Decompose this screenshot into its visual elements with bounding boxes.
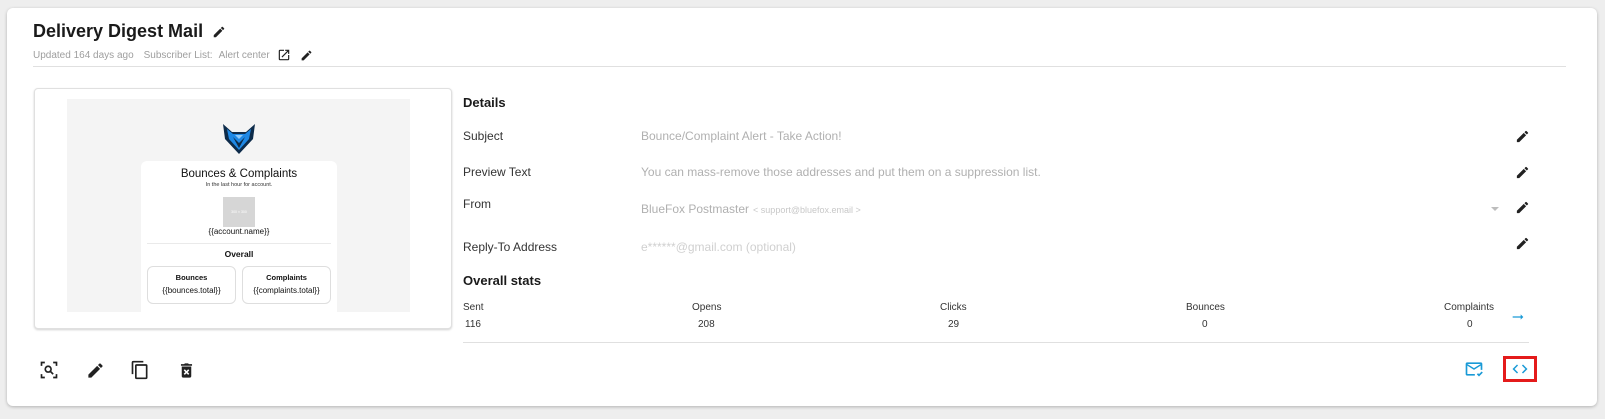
edit-from-pencil-icon[interactable]: [1514, 199, 1530, 215]
delete-icon[interactable]: [176, 360, 196, 380]
copy-icon[interactable]: [130, 360, 150, 380]
email-preview[interactable]: Bounces & Complaints In the last hour fo…: [34, 88, 452, 329]
preview-bounces-value: {{bounces.total}}: [162, 286, 221, 295]
stat-bounces-value: 0: [1202, 319, 1208, 330]
email-preview-canvas: Bounces & Complaints In the last hour fo…: [67, 99, 410, 312]
from-email: < support@bluefox.email >: [753, 205, 861, 215]
edit-subscriber-pencil-icon[interactable]: [300, 49, 313, 62]
page-title: Delivery Digest Mail: [33, 21, 204, 41]
stats-divider: [463, 342, 1529, 343]
stats-details-arrow-right-icon[interactable]: [1510, 309, 1526, 325]
stat-opens-value: 208: [698, 319, 715, 330]
edit-reply-to-pencil-icon[interactable]: [1514, 235, 1530, 251]
header-divider: [33, 66, 1566, 67]
zoom-preview-icon[interactable]: [39, 360, 59, 380]
preview-overall-heading: Overall: [224, 249, 254, 259]
subject-label: Subject: [463, 129, 504, 143]
reply-to-label: Reply-To Address: [463, 240, 558, 254]
from-label: From: [463, 197, 491, 211]
edit-subject-pencil-icon[interactable]: [1514, 128, 1530, 144]
preview-account-name: {{account.name}}: [208, 227, 270, 236]
stat-complaints-label: Complaints: [1444, 302, 1495, 313]
reply-to-field[interactable]: e******@gmail.com (optional): [641, 240, 796, 254]
edit-template-pencil-icon[interactable]: [85, 360, 105, 380]
code-brackets-icon: [1512, 364, 1528, 374]
meta-row: Updated 164 days ago Subscriber List: Al…: [33, 48, 313, 62]
title-row: Delivery Digest Mail: [33, 21, 226, 42]
preview-complaints-box: Complaints {{complaints.total}}: [242, 266, 331, 304]
open-in-new-icon[interactable]: [277, 48, 291, 62]
preview-image-placeholder-text: 300 × 300: [231, 210, 247, 214]
preview-complaints-label: Complaints: [266, 273, 307, 282]
stat-sent-value: 116: [465, 319, 481, 330]
from-dropdown-caret-icon[interactable]: [1491, 207, 1499, 211]
stat-clicks-value: 29: [948, 319, 960, 330]
stat-sent-label: Sent: [463, 302, 484, 313]
subject-field[interactable]: Bounce/Complaint Alert - Take Action!: [641, 129, 842, 143]
preview-image-placeholder: 300 × 300: [223, 197, 255, 227]
overall-stats-heading: Overall stats: [463, 273, 542, 288]
stat-complaints-value: 0: [1467, 319, 1473, 330]
from-select[interactable]: BlueFox Postmaster < support@bluefox.emai…: [641, 202, 861, 216]
view-code-button[interactable]: [1503, 356, 1537, 382]
details-heading: Details: [463, 95, 506, 110]
stat-opens-label: Opens: [692, 302, 722, 313]
updated-text: Updated 164 days ago: [33, 49, 134, 61]
preview-subtitle: In the last hour for account.: [205, 182, 273, 188]
preview-complaints-value: {{complaints.total}}: [253, 286, 320, 295]
preview-text-label: Preview Text: [463, 165, 531, 179]
fox-logo-icon: [223, 124, 255, 154]
stat-clicks-label: Clicks: [940, 302, 967, 313]
stat-bounces-label: Bounces: [1186, 302, 1225, 313]
from-name: BlueFox Postmaster: [641, 202, 750, 216]
preview-bounces-box: Bounces {{bounces.total}}: [147, 266, 236, 304]
edit-title-pencil-icon[interactable]: [212, 25, 226, 39]
preview-divider: [147, 243, 331, 244]
subscriber-value: Alert center: [218, 49, 270, 61]
subscriber-label: Subscriber List:: [143, 49, 213, 61]
preview-text-field[interactable]: You can mass-remove those addresses and …: [641, 165, 1041, 179]
preview-title: Bounces & Complaints: [180, 168, 298, 180]
edit-preview-text-pencil-icon[interactable]: [1514, 164, 1530, 180]
preview-bounces-label: Bounces: [175, 273, 208, 282]
email-preview-card: Bounces & Complaints In the last hour fo…: [141, 161, 337, 312]
send-test-mail-check-icon[interactable]: [1464, 359, 1484, 379]
